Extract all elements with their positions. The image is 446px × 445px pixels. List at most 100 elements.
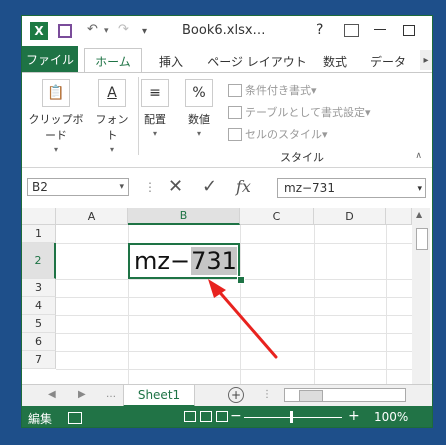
row-header-1[interactable]: 1: [22, 225, 56, 243]
scroll-up-icon[interactable]: ▲: [416, 210, 422, 219]
document-title: Book6.xlsx…: [182, 23, 266, 38]
clipboard-icon: 📋: [42, 79, 70, 107]
ribbon-divider: [138, 77, 139, 155]
next-sheet-icon[interactable]: ▶: [78, 389, 86, 400]
collapse-ribbon-icon[interactable]: ∧: [415, 151, 422, 161]
chevron-down-icon: ▾: [109, 145, 114, 154]
page-break-view-icon[interactable]: [216, 411, 228, 422]
conditional-formatting-label: 条件付き書式: [245, 84, 311, 97]
sheet-tab-sheet1[interactable]: Sheet1: [123, 385, 195, 407]
quick-access-customize-icon[interactable]: ▾: [142, 26, 147, 37]
number-group[interactable]: % 数値 ▾: [184, 79, 214, 138]
cell-b2-editing[interactable]: mz− 731: [128, 243, 240, 279]
chevron-down-icon: ▾: [53, 145, 58, 154]
vertical-scroll-thumb[interactable]: [416, 228, 428, 250]
column-header-a[interactable]: A: [56, 208, 128, 225]
gridline: [56, 315, 412, 316]
normal-view-icon[interactable]: [184, 411, 196, 422]
format-as-table-button[interactable]: テーブルとして書式設定 ▾: [228, 101, 371, 123]
ribbon-tabs: ファイル ホーム 挿入 ページ レイアウト 数式 データ ▸: [22, 46, 432, 73]
zoom-slider-knob[interactable]: [290, 411, 293, 423]
clipboard-group[interactable]: 📋 クリップボード ▾: [26, 79, 86, 154]
zoom-in-icon[interactable]: +: [348, 408, 360, 424]
row-header-4[interactable]: 4: [22, 297, 56, 315]
page-layout-view-icon[interactable]: [200, 411, 212, 422]
tab-file[interactable]: ファイル: [22, 46, 78, 72]
cell-style-icon: [228, 127, 242, 141]
tab-scroll-right-icon[interactable]: ▸: [420, 50, 432, 70]
gridline: [386, 225, 387, 385]
more-sheets-icon[interactable]: …: [106, 389, 116, 400]
gridline: [56, 351, 412, 352]
clipboard-label: クリップボード: [28, 113, 84, 142]
gridline: [56, 333, 412, 334]
vertical-scrollbar[interactable]: ▲: [412, 208, 430, 384]
ribbon-display-options-icon[interactable]: [344, 24, 359, 37]
previous-sheet-icon[interactable]: ◀: [48, 389, 56, 400]
row-header-7[interactable]: 7: [22, 351, 56, 369]
select-all-corner[interactable]: [22, 208, 56, 225]
sheet-tab-bar: ◀ ▶ … Sheet1 + ⋮: [22, 384, 432, 407]
status-mode: 編集: [28, 412, 53, 426]
horizontal-scrollbar[interactable]: [284, 388, 406, 402]
status-bar: 編集 − + 100%: [22, 406, 432, 427]
restore-icon[interactable]: [403, 25, 415, 36]
zoom-level[interactable]: 100%: [374, 410, 408, 424]
formula-input[interactable]: mz−731 ▾: [277, 178, 426, 198]
column-header-e[interactable]: [386, 208, 412, 225]
add-sheet-icon[interactable]: +: [228, 387, 244, 403]
font-group[interactable]: A フォント ▾: [92, 79, 132, 154]
horizontal-scroll-thumb[interactable]: [299, 390, 323, 402]
name-box[interactable]: B2 ▾: [27, 178, 129, 196]
alignment-group[interactable]: ≡ 配置 ▾: [140, 79, 170, 138]
macro-record-icon[interactable]: [68, 412, 82, 424]
align-icon: ≡: [141, 79, 169, 107]
name-box-value: B2: [32, 180, 48, 194]
table-icon: [228, 105, 242, 119]
zoom-out-icon[interactable]: −: [230, 408, 242, 424]
column-header-c[interactable]: C: [240, 208, 314, 225]
column-header-b[interactable]: B: [128, 208, 240, 225]
tab-data[interactable]: データ: [368, 50, 408, 72]
undo-dropdown-icon[interactable]: ▾: [104, 26, 109, 36]
chevron-down-icon: ▾: [119, 182, 124, 192]
minimize-icon[interactable]: [374, 29, 386, 30]
worksheet-grid[interactable]: A B C D 1 2 3 4 5 6 7 mz− 731: [22, 208, 412, 385]
gridline: [240, 225, 241, 385]
row-header-3[interactable]: 3: [22, 279, 56, 297]
fill-handle[interactable]: [237, 276, 245, 284]
cell-styles-button[interactable]: セルのスタイル ▾: [228, 123, 371, 145]
cancel-icon[interactable]: ✕: [168, 176, 183, 197]
tab-insert[interactable]: 挿入: [154, 50, 188, 72]
save-icon[interactable]: [58, 24, 72, 38]
font-color-icon: A: [98, 79, 126, 107]
formula-bar: B2 ▾ ⋮ ✕ ✓ fx mz−731 ▾: [22, 176, 432, 200]
number-label: 数値: [188, 113, 210, 126]
enter-check-icon[interactable]: ✓: [202, 176, 217, 197]
row-header-6[interactable]: 6: [22, 333, 56, 351]
excel-window: X ↶ ▾ ↷ ▾ Book6.xlsx… ? ファイル ホーム 挿入 ページ …: [21, 15, 433, 428]
redo-icon[interactable]: ↷: [118, 22, 129, 37]
tab-home[interactable]: ホーム: [84, 48, 142, 73]
gridline: [56, 297, 412, 298]
column-header-d[interactable]: D: [314, 208, 386, 225]
undo-icon[interactable]: ↶: [87, 22, 98, 37]
help-button[interactable]: ?: [316, 22, 323, 38]
cell-styles-label: セルのスタイル: [245, 128, 322, 141]
ribbon-home: 📋 クリップボード ▾ A フォント ▾ ≡ 配置 ▾ % 数値 ▾ 条件付き書…: [22, 72, 432, 168]
gridline: [56, 369, 412, 370]
conditional-formatting-button[interactable]: 条件付き書式 ▾: [228, 79, 371, 101]
formula-content: mz−731: [284, 181, 335, 195]
tab-split-icon[interactable]: ⋮: [262, 389, 272, 400]
more-icon[interactable]: ⋮: [144, 180, 156, 194]
row-header-2[interactable]: 2: [22, 243, 56, 279]
tab-page-layout[interactable]: ページ レイアウト: [202, 50, 312, 72]
expand-formula-bar-icon[interactable]: ▾: [417, 180, 422, 198]
alignment-label: 配置: [144, 113, 166, 126]
row-header-5[interactable]: 5: [22, 315, 56, 333]
excel-app-icon[interactable]: X: [30, 22, 48, 40]
styles-group: 条件付き書式 ▾ テーブルとして書式設定 ▾ セルのスタイル ▾: [228, 79, 371, 145]
tab-formulas[interactable]: 数式: [318, 50, 352, 72]
insert-function-icon[interactable]: fx: [236, 177, 251, 196]
zoom-slider[interactable]: [244, 417, 342, 418]
